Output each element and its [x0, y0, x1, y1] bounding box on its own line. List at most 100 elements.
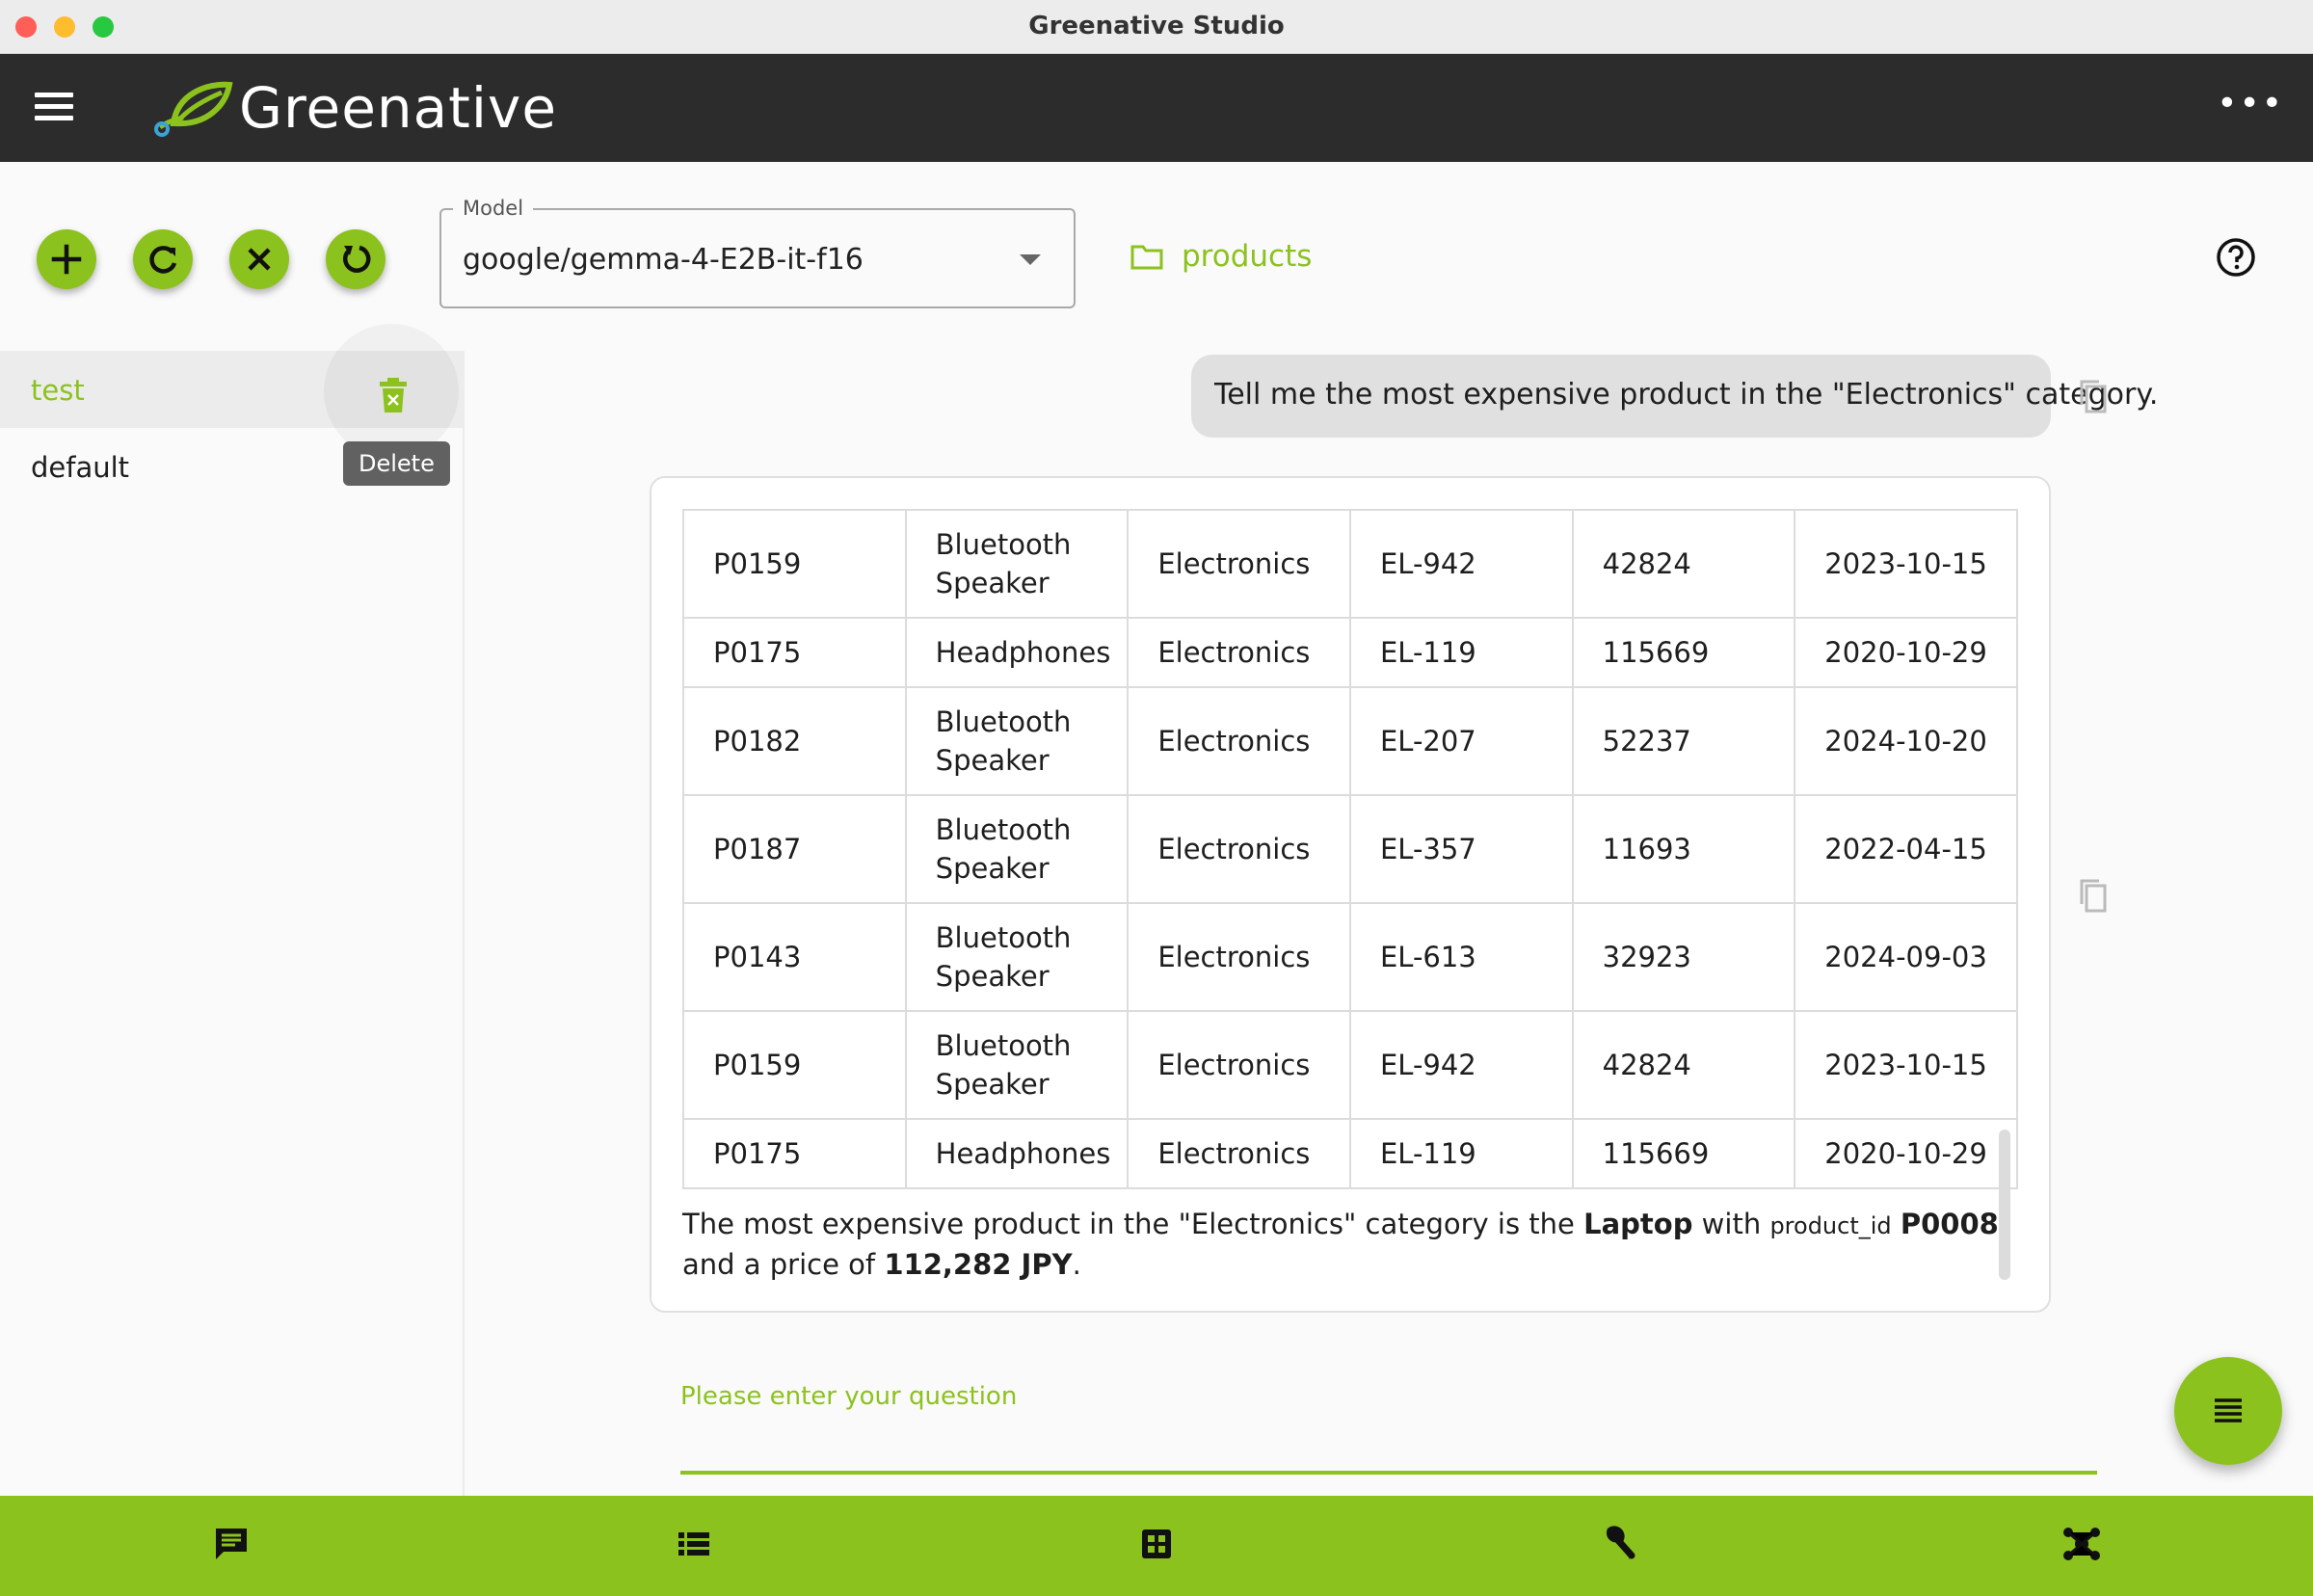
folder-icon [1130, 245, 1163, 270]
window-title-bar: Greenative Studio [0, 0, 2313, 54]
notes-icon [2215, 1398, 2242, 1423]
session-item-label: test [31, 374, 85, 407]
grid-icon [1142, 1530, 1171, 1558]
table-cell: 2023-10-15 [1794, 509, 2018, 619]
table-cell: P0175 [682, 617, 907, 688]
answer-text: . [1072, 1248, 1081, 1281]
table-cell: Electronics [1127, 902, 1351, 1012]
session-item-label: default [31, 451, 130, 484]
table-cell: 115669 [1571, 617, 1796, 688]
answer-text: and a price of [682, 1248, 885, 1281]
leaf-logo-icon [154, 81, 233, 137]
table-row: P0143 Bluetooth Speaker Electronics EL-6… [682, 902, 2018, 1012]
nav-list[interactable] [665, 1517, 723, 1571]
table-cell: Headphones [904, 617, 1130, 688]
table-cell: 2020-10-29 [1794, 1118, 2018, 1189]
nav-chat[interactable] [202, 1517, 260, 1571]
chevron-down-icon [1020, 254, 1041, 265]
table-cell: 2020-10-29 [1794, 617, 2018, 688]
table-cell: Electronics [1127, 509, 1351, 619]
table-cell: EL-613 [1348, 902, 1574, 1012]
table-cell: EL-942 [1348, 509, 1574, 619]
brand-name: Greenative [239, 75, 558, 141]
table-cell: Bluetooth Speaker [904, 686, 1130, 796]
result-table-container: P0159 Bluetooth Speaker Electronics EL-9… [682, 509, 2018, 1189]
table-cell: 52237 [1571, 686, 1796, 796]
table-row: P0182 Bluetooth Speaker Electronics EL-2… [682, 686, 2018, 796]
table-row: P0159 Bluetooth Speaker Electronics EL-9… [682, 1010, 2018, 1120]
table-cell: 42824 [1571, 509, 1796, 619]
add-session-button[interactable] [37, 229, 96, 289]
table-cell: P0182 [682, 686, 907, 796]
table-row: P0175 Headphones Electronics EL-119 1156… [682, 617, 2018, 688]
table-cell: Electronics [1127, 1010, 1351, 1120]
user-message-bubble: Tell me the most expensive product in th… [1191, 355, 2158, 438]
table-cell: 115669 [1571, 1118, 1796, 1189]
more-options-icon[interactable]: ••• [2217, 87, 2284, 121]
table-cell: 2024-09-03 [1794, 902, 2018, 1012]
table-cell: 2024-10-20 [1794, 686, 2018, 796]
question-input-placeholder: Please enter your question [680, 1382, 1018, 1411]
table-row: P0159 Bluetooth Speaker Electronics EL-9… [682, 509, 2018, 619]
table-cell: P0159 [682, 1010, 907, 1120]
nav-network[interactable] [2053, 1517, 2111, 1571]
answer-field-name: product_id [1769, 1212, 1892, 1239]
table-cell: EL-119 [1348, 1118, 1574, 1189]
menu-icon[interactable] [35, 93, 73, 123]
notes-fab-button[interactable] [2174, 1357, 2282, 1465]
bottom-navigation [0, 1496, 2313, 1596]
nav-tools[interactable] [1590, 1517, 1648, 1571]
table-cell: Bluetooth Speaker [904, 794, 1130, 904]
table-cell: Headphones [904, 1118, 1130, 1189]
table-cell: EL-207 [1348, 686, 1574, 796]
answer-product: Laptop [1583, 1208, 1693, 1240]
model-select[interactable]: Model google/gemma-4-E2B-it-f16 [439, 197, 1076, 308]
help-circle-icon[interactable] [2215, 236, 2257, 279]
list-icon [678, 1532, 709, 1556]
answer-text: The most expensive product in the "Elect… [682, 1208, 1584, 1240]
chat-icon [216, 1529, 247, 1559]
reset-button[interactable] [326, 229, 386, 289]
table-cell: Electronics [1127, 1118, 1351, 1189]
table-cell: Electronics [1127, 686, 1351, 796]
answer-price: 112,282 JPY [884, 1248, 1073, 1281]
nav-grid[interactable] [1128, 1517, 1185, 1571]
table-cell: Bluetooth Speaker [904, 1010, 1130, 1120]
table-cell: P0143 [682, 902, 907, 1012]
delete-tooltip: Delete [343, 441, 450, 486]
answer-text [1892, 1208, 1901, 1240]
database-link[interactable]: products [1130, 239, 1312, 274]
database-link-label: products [1182, 239, 1313, 274]
table-cell: P0159 [682, 509, 907, 619]
table-row: P0175 Headphones Electronics EL-119 1156… [682, 1118, 2018, 1189]
clear-button[interactable] [229, 229, 289, 289]
refresh-icon [149, 246, 177, 274]
window-title: Greenative Studio [1028, 12, 1285, 40]
table-cell: Electronics [1127, 794, 1351, 904]
delete-session-icon[interactable] [376, 376, 411, 414]
model-select-label: Model [453, 197, 534, 220]
table-cell: 32923 [1571, 902, 1796, 1012]
copy-icon[interactable] [2076, 877, 2109, 914]
question-input[interactable]: Please enter your question [680, 1369, 2097, 1475]
restore-icon [342, 245, 371, 273]
table-cell: P0175 [682, 1118, 907, 1189]
table-cell: EL-942 [1348, 1010, 1574, 1120]
copy-icon[interactable] [2076, 378, 2109, 414]
table-cell: 2023-10-15 [1794, 1010, 2018, 1120]
table-cell: P0187 [682, 794, 907, 904]
table-cell: EL-119 [1348, 617, 1574, 688]
answer-text: with [1692, 1208, 1770, 1240]
result-table: P0159 Bluetooth Speaker Electronics EL-9… [682, 509, 2018, 1189]
table-cell: 11693 [1571, 794, 1796, 904]
wrench-icon [1606, 1526, 1635, 1559]
user-message-text: Tell me the most expensive product in th… [1214, 378, 2159, 412]
close-icon [248, 248, 271, 271]
app-header: Greenative ••• [0, 54, 2313, 162]
answer-scrollbar[interactable] [1999, 1130, 2010, 1280]
refresh-button[interactable] [133, 229, 193, 289]
answer-product-id: P0008 [1900, 1208, 1999, 1240]
plus-icon [51, 244, 82, 275]
model-select-value: google/gemma-4-E2B-it-f16 [463, 243, 864, 277]
hub-icon [2063, 1528, 2100, 1560]
